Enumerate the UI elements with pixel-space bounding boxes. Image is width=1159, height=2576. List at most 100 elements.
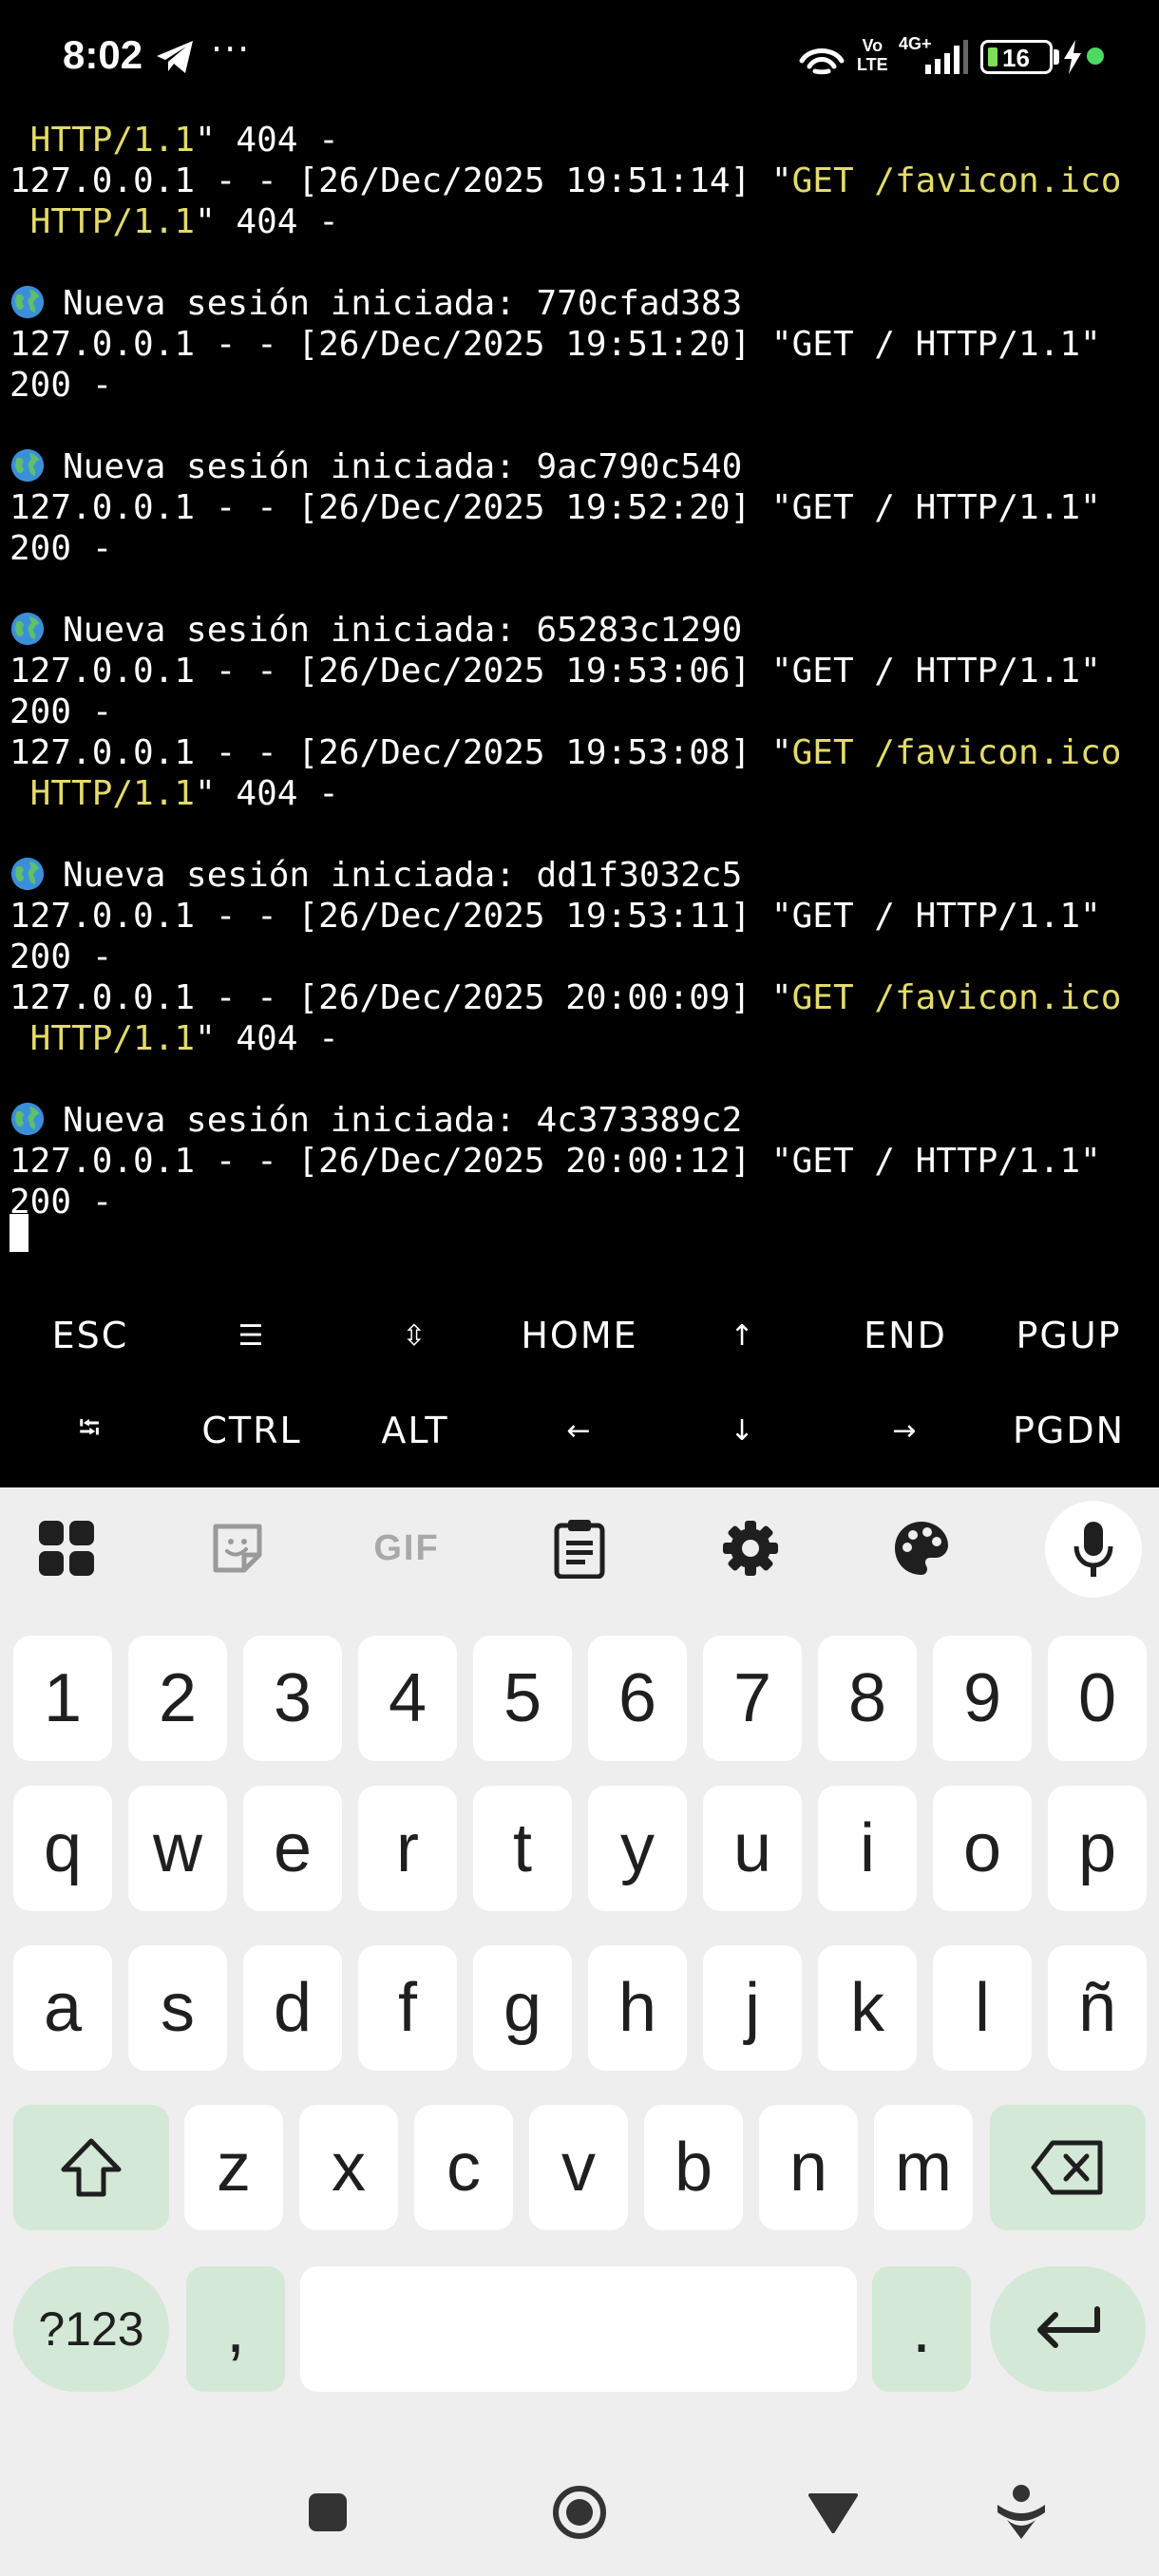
theme-icon[interactable] (884, 1516, 960, 1581)
key-v[interactable]: v (529, 2105, 628, 2230)
terminal-line: 127.0.0.1 - - [26/Dec/2025 19:53:08] "GE… (10, 732, 1121, 773)
extra-key-esc[interactable]: ESC (10, 1286, 171, 1385)
home-icon[interactable] (546, 2479, 613, 2546)
key-2[interactable]: 2 (128, 1636, 227, 1761)
extra-key-right[interactable]: → (825, 1381, 986, 1480)
key-y[interactable]: y (588, 1786, 687, 1911)
battery-fill (988, 47, 998, 66)
comma-key[interactable]: , (186, 2266, 285, 2392)
extra-key-alt[interactable]: ALT (334, 1381, 496, 1480)
terminal-output[interactable]: HTTP/1.1" 404 -127.0.0.1 - - [26/Dec/202… (0, 112, 1159, 1280)
key-q[interactable]: q (13, 1786, 112, 1911)
extra-key-down[interactable]: ↓ (662, 1381, 824, 1480)
line-text: 127.0.0.1 - - [26/Dec/2025 19:53:08] " (10, 733, 792, 772)
key-i[interactable]: i (818, 1786, 917, 1911)
key-d[interactable]: d (243, 1945, 342, 2071)
symbols-key[interactable]: ?123 (13, 2266, 169, 2392)
line-text: 127.0.0.1 - - [26/Dec/2025 19:51:14] " (10, 161, 792, 200)
volte-top: Vo (862, 36, 884, 55)
key-r[interactable]: r (358, 1786, 457, 1911)
extra-key-drawer[interactable]: ☰ (171, 1286, 332, 1385)
key-1[interactable]: 1 (13, 1636, 112, 1761)
terminal-line: 127.0.0.1 - - [26/Dec/2025 19:53:06] "GE… (10, 651, 1101, 691)
line-highlight: HTTP/1.1 (10, 202, 196, 241)
line-highlight: HTTP/1.1 (10, 121, 196, 160)
line-text: 200 - (10, 366, 113, 405)
key-c[interactable]: c (414, 2105, 513, 2230)
gif-icon[interactable]: GIF (369, 1516, 445, 1581)
back-icon[interactable] (800, 2479, 866, 2546)
line-text: 127.0.0.1 - - [26/Dec/2025 20:00:09] " (10, 978, 792, 1017)
key-b[interactable]: b (644, 2105, 743, 2230)
key-t[interactable]: t (473, 1786, 572, 1911)
key-h[interactable]: h (588, 1945, 687, 2071)
line-text: 127.0.0.1 - - [26/Dec/2025 20:00:12] "GE… (10, 1142, 1101, 1181)
key-z[interactable]: z (184, 2105, 283, 2230)
line-text: 200 - (10, 938, 113, 976)
key-f[interactable]: f (358, 1945, 457, 2071)
extra-key-scroll[interactable]: ⇳ (334, 1286, 496, 1385)
key-p[interactable]: p (1048, 1786, 1147, 1911)
key-w[interactable]: w (128, 1786, 227, 1911)
key-s[interactable]: s (128, 1945, 227, 2071)
recents-icon[interactable] (294, 2479, 361, 2546)
apps-icon[interactable] (28, 1516, 104, 1581)
extra-key-left[interactable]: ← (499, 1381, 660, 1480)
key-4[interactable]: 4 (358, 1636, 457, 1761)
shift-icon (61, 2138, 122, 2197)
key-o[interactable]: o (933, 1786, 1032, 1911)
mic-button[interactable] (1045, 1501, 1142, 1598)
signal-icon (925, 40, 968, 74)
key-5[interactable]: 5 (473, 1636, 572, 1761)
clipboard-icon[interactable] (542, 1516, 618, 1581)
key-0[interactable]: 0 (1048, 1636, 1147, 1761)
key-e[interactable]: e (243, 1786, 342, 1911)
line-text: 127.0.0.1 - - [26/Dec/2025 19:51:20] "GE… (10, 325, 1101, 364)
key-x[interactable]: x (299, 2105, 398, 2230)
key-l[interactable]: l (933, 1945, 1032, 2071)
key-j[interactable]: j (703, 1945, 802, 2071)
extra-key-pgup[interactable]: PGUP (988, 1286, 1150, 1385)
extra-key-tab[interactable]: ⭾ (10, 1381, 171, 1480)
terminal-line: Nueva sesión iniciada: 9ac790c540 (10, 446, 742, 487)
telegram-icon (157, 41, 193, 73)
shift-key[interactable] (13, 2105, 169, 2230)
key-ñ[interactable]: ñ (1048, 1945, 1147, 2071)
line-highlight: HTTP/1.1 (10, 774, 196, 813)
key-u[interactable]: u (703, 1786, 802, 1911)
backspace-key[interactable] (990, 2105, 1146, 2230)
key-m[interactable]: m (874, 2105, 973, 2230)
settings-icon[interactable] (712, 1516, 788, 1581)
extra-key-up[interactable]: ↑ (662, 1286, 824, 1385)
globe-icon (10, 1102, 45, 1136)
terminal-line: 127.0.0.1 - - [26/Dec/2025 19:51:14] "GE… (10, 161, 1121, 201)
extra-key-ctrl[interactable]: CTRL (171, 1381, 332, 1480)
enter-key[interactable] (990, 2266, 1146, 2392)
key-6[interactable]: 6 (588, 1636, 687, 1761)
extra-key-home[interactable]: HOME (499, 1286, 660, 1385)
terminal-line: Nueva sesión iniciada: dd1f3032c5 (10, 855, 742, 896)
period-key[interactable]: . (872, 2266, 971, 2392)
line-text: 200 - (10, 529, 113, 568)
key-g[interactable]: g (473, 1945, 572, 2071)
key-a[interactable]: a (13, 1945, 112, 2071)
terminal-line: HTTP/1.1" 404 - (10, 120, 339, 161)
backspace-icon (1031, 2140, 1103, 2195)
terminal-line: 200 - (10, 937, 112, 977)
key-9[interactable]: 9 (933, 1636, 1032, 1761)
key-3[interactable]: 3 (243, 1636, 342, 1761)
key-8[interactable]: 8 (818, 1636, 917, 1761)
line-suffix: " 404 - (195, 774, 339, 813)
globe-icon (10, 285, 45, 319)
extra-key-end[interactable]: END (825, 1286, 986, 1385)
terminal-line: HTTP/1.1" 404 - (10, 201, 339, 242)
key-7[interactable]: 7 (703, 1636, 802, 1761)
key-n[interactable]: n (759, 2105, 858, 2230)
space-key[interactable] (300, 2266, 857, 2392)
sticker-icon[interactable] (200, 1516, 276, 1581)
extra-keys-bar: ESC ☰ ⇳ HOME ↑ END PGUP ⭾ CTRL ALT ← ↓ → PGDN (0, 1280, 1159, 1487)
extra-key-pgdn[interactable]: PGDN (988, 1381, 1150, 1480)
assistant-icon[interactable] (988, 2479, 1054, 2546)
line-text: 127.0.0.1 - - [26/Dec/2025 19:52:20] "GE… (10, 488, 1101, 527)
key-k[interactable]: k (818, 1945, 917, 2071)
